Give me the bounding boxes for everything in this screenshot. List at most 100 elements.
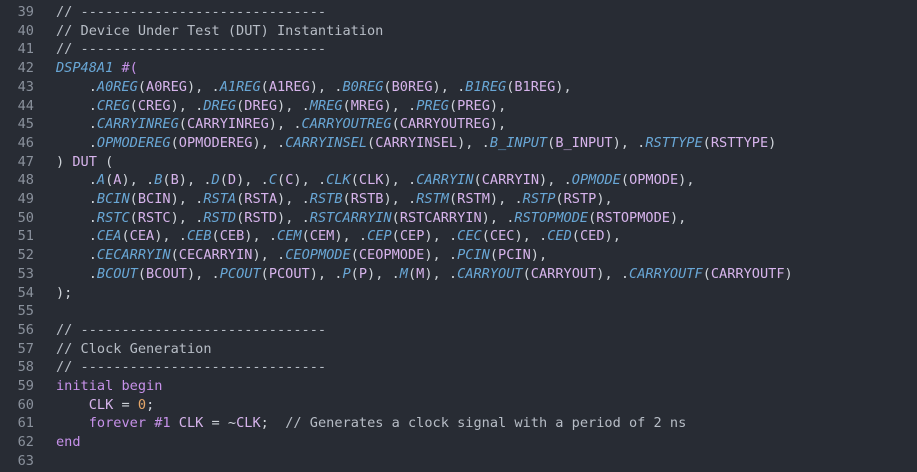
code-text: .A0REG(A0REG), .A1REG(A1REG), .B0REG(B0R… — [56, 79, 572, 95]
code-editor[interactable]: 39 // ------------------------------ 40 // … — [0, 0, 917, 472]
code-token: ), . — [170, 191, 204, 207]
code-line[interactable]: 45 .CARRYINREG(CARRYINREG), .CARRYOUTREG… — [0, 115, 507, 134]
code-token: A1REG — [268, 78, 310, 95]
code-token: // ------------------------------ — [56, 321, 327, 338]
code-line[interactable]: 40 // Device Under Test (DUT) Instantiati… — [0, 22, 384, 41]
code-token: RSTB — [350, 191, 384, 207]
code-token: ), . — [481, 209, 515, 226]
code-token: // Device Under Test (DUT) Instantiation — [56, 22, 384, 39]
code-token: ), . — [539, 172, 572, 189]
code-token: CARRYOUTREG — [399, 116, 490, 133]
code-token: . — [56, 97, 97, 114]
code-text: .BCIN(BCIN), .RSTA(RSTA), .RSTB(RSTB), .… — [56, 191, 613, 207]
code-line[interactable]: 57 // Clock Generation — [0, 340, 212, 359]
code-line[interactable]: 52 .CECARRYIN(CECARRYIN), .CEOPMODE(CEOP… — [0, 246, 548, 265]
code-token: ), . — [514, 228, 548, 245]
code-token: A0REG — [146, 78, 187, 95]
line-number: 48 — [17, 172, 34, 189]
code-token: RSTM — [457, 191, 490, 207]
code-text: .A(A), .B(B), .D(D), .C(C), .CLK(CLK), .… — [56, 172, 695, 188]
code-line[interactable]: 54); — [0, 284, 73, 303]
code-token: ( — [350, 247, 359, 264]
code-line[interactable]: 48 .A(A), .B(B), .D(D), .C(C), .CLK(CLK)… — [0, 171, 695, 190]
code-token: ( — [448, 191, 458, 207]
code-line[interactable]: 50 .RSTC(RSTC), .RSTD(RSTD), .RSTCARRYIN… — [0, 209, 687, 228]
code-line[interactable]: 44 .CREG(CREG), .DREG(DREG), .MREG(MREG)… — [0, 97, 507, 116]
code-token: ; — [260, 415, 286, 432]
code-text: .CREG(CREG), .DREG(DREG), .MREG(MREG), .… — [56, 97, 507, 114]
code-line[interactable]: 39 // ------------------------------ — [0, 3, 326, 22]
code-text: ); — [56, 285, 72, 301]
code-token: ( — [350, 172, 359, 189]
code-line[interactable]: 60 CLK = 0; — [0, 396, 155, 415]
code-line[interactable]: 56 // ------------------------------ — [0, 321, 326, 340]
code-token: CEB — [186, 228, 212, 245]
code-token: P — [358, 265, 368, 282]
code-token: ), . — [309, 78, 343, 95]
code-token: DUT — [72, 153, 97, 170]
code-line[interactable]: 51 .CEA(CEA), .CEB(CEB), .CEM(CEM), .CEP… — [0, 227, 621, 246]
code-token: ( — [620, 172, 630, 189]
code-token: ( — [137, 78, 147, 95]
code-token: initial — [56, 378, 114, 394]
line-number: 39 — [17, 4, 34, 20]
code-text: DSP48A1 #( — [56, 60, 138, 76]
code-line[interactable]: 58 // ------------------------------ — [0, 358, 326, 377]
code-token: ), . — [457, 134, 490, 151]
code-token: OPMODEREG — [96, 134, 171, 151]
code-token: #( — [113, 60, 138, 77]
line-number: 58 — [17, 359, 34, 376]
code-token: = ~ — [203, 415, 237, 432]
line-number: 44 — [17, 97, 34, 114]
code-token: ( — [473, 172, 482, 189]
code-token: // Clock Generation — [56, 340, 212, 357]
code-line[interactable]: 42 DSP48A1 #( — [0, 59, 138, 78]
code-token: ( — [260, 78, 269, 95]
code-token: RSTOPMODE — [514, 209, 589, 226]
code-token: ( — [342, 191, 351, 207]
code-token: RSTCARRYIN — [309, 209, 392, 226]
line-number: 42 — [17, 60, 34, 77]
code-token: ), . — [277, 191, 310, 207]
line-number: 55 — [17, 303, 34, 320]
code-token: ( — [129, 191, 138, 207]
code-line[interactable]: 61 forever #1 CLK = ~CLK; // Generates a… — [0, 414, 687, 433]
code-token: ( — [137, 265, 147, 282]
code-token: CEA — [96, 228, 122, 245]
code-token: RSTA — [203, 191, 237, 207]
code-token: RSTOPMODE — [596, 209, 670, 226]
code-text: ) DUT ( — [56, 154, 113, 170]
code-token: CLK — [358, 172, 384, 189]
code-token: C — [268, 172, 278, 189]
code-line[interactable]: 43 .A0REG(A0REG), .A1REG(A1REG), .B0REG(… — [0, 78, 572, 97]
code-token: . — [56, 134, 97, 151]
code-text: .CECARRYIN(CECARRYIN), .CEOPMODE(CEOPMOD… — [56, 247, 547, 263]
code-token: RSTB — [309, 191, 343, 207]
code-token: forever — [88, 415, 147, 432]
code-line[interactable]: 47) DUT ( — [0, 153, 114, 172]
code-token: CARRYOUT — [457, 265, 523, 282]
line-number: 49 — [17, 191, 34, 207]
code-line[interactable]: 59 initial begin — [0, 377, 163, 396]
code-token: ) — [56, 153, 73, 170]
code-token: BCOUT — [96, 265, 138, 282]
code-token: CLK — [88, 396, 114, 413]
code-token: ), . — [170, 209, 204, 226]
code-token: 0 — [137, 396, 147, 413]
code-token: ( — [178, 116, 187, 133]
code-token: ), . — [178, 172, 212, 189]
code-line[interactable]: 62 end — [0, 433, 81, 452]
code-token: ( — [391, 209, 400, 226]
code-token: OPMODEREG — [178, 134, 253, 151]
code-line[interactable]: 53 .BCOUT(BCOUT), .PCOUT(PCOUT), .P(P), … — [0, 265, 793, 284]
code-line[interactable]: 55 — [0, 302, 56, 321]
code-line[interactable]: 63 — [0, 452, 56, 471]
code-token: ( — [555, 191, 564, 207]
line-number: 45 — [17, 116, 34, 133]
code-token: ), . — [383, 172, 417, 189]
code-line[interactable]: 46 .OPMODEREG(OPMODEREG), .CARRYINSEL(CA… — [0, 134, 777, 153]
code-token: ( — [301, 228, 310, 245]
code-line[interactable]: 49 .BCIN(BCIN), .RSTA(RSTA), .RSTB(RSTB)… — [0, 190, 613, 209]
code-line[interactable]: 41 // ------------------------------ — [0, 40, 326, 59]
